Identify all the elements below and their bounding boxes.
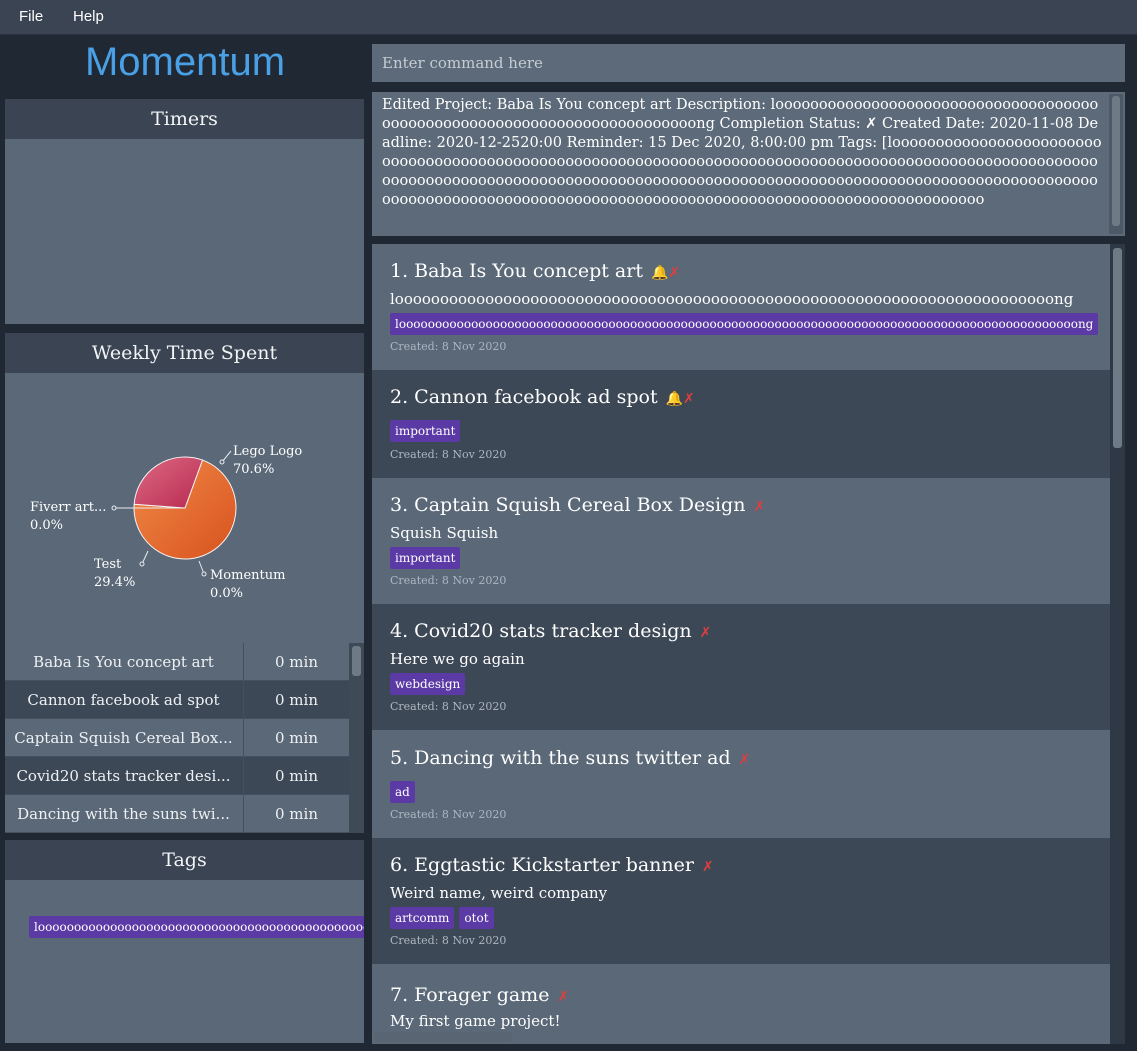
project-card[interactable]: 5. Dancing with the suns twitter ad ✗ ad … [372,730,1110,838]
cross-icon: ✗ [683,391,695,407]
project-name-cell: Covid20 stats tracker desi... [16,767,231,785]
time-cell: 0 min [243,681,349,719]
project-title: 2. Cannon facebook ad spot 🔔✗ [390,386,695,408]
project-title: 6. Eggtastic Kickstarter banner ✗ [390,854,714,876]
pie-label-test: Test 29.4% [94,557,136,590]
pie-leader-dot [139,561,145,567]
table-row[interactable]: Cannon facebook ad spot 0 min [5,681,349,719]
bell-icon: 🔔 [650,265,669,281]
project-tags: looooooooooooooooooooooooooooooooooooooo… [390,313,1110,339]
project-card[interactable]: 2. Cannon facebook ad spot 🔔✗ important C… [372,370,1110,478]
project-tags: ad [390,781,420,807]
project-card[interactable]: 4. Covid20 stats tracker design ✗ Here we… [372,604,1110,730]
tags-header: Tags [5,840,364,880]
result-display: Edited Project: Baba Is You concept art … [372,92,1125,236]
project-card[interactable]: 6. Eggtastic Kickstarter banner ✗ Weird n… [372,838,1110,964]
menu-file[interactable]: File [19,8,43,25]
cross-icon: ✗ [738,752,751,768]
project-description: Weird name, weird company [390,884,608,902]
cross-icon: ✗ [668,265,681,281]
app-logo-title: Momentum [84,40,286,84]
project-title: 4. Covid20 stats tracker design ✗ [390,620,712,642]
cross-icon: ✗ [701,859,714,875]
menu-help[interactable]: Help [73,8,104,25]
time-cell: 0 min [243,719,349,757]
weekly-time-header: Weekly Time Spent [5,333,364,373]
cross-icon: ✗ [699,625,712,641]
pie-label-momentum: Momentum 0.0% [210,568,286,601]
project-card[interactable]: 3. Captain Squish Cereal Box Design ✗ Squ… [372,478,1110,604]
project-list-scrollbar[interactable] [1110,244,1125,1030]
tag-chip[interactable]: important [390,420,461,442]
tag-chip[interactable]: looooooooooooooooooooooooooooooooooooooo… [390,313,1099,335]
project-tags: artcomm otot [390,907,499,933]
project-created-date: Created: 8 Nov 2020 [390,574,507,587]
project-description: Squish Squish [390,524,499,542]
pie-leader-dot [201,571,207,577]
project-description: My first game project! [390,1012,561,1030]
project-title: 5. Dancing with the suns twitter ad ✗ [390,747,751,769]
time-cell: 0 min [243,795,349,833]
table-row[interactable]: Dancing with the suns twi... 0 min [5,795,349,833]
project-description: looooooooooooooooooooooooooooooooooooooo… [390,290,1074,308]
project-created-date: Created: 8 Nov 2020 [390,700,507,713]
project-name-cell: Dancing with the suns twi... [17,805,230,823]
tag-chip[interactable]: important [390,547,461,569]
cross-icon: ✗ [557,989,570,1005]
bell-icon: 🔔 [665,391,684,407]
table-row[interactable]: Covid20 stats tracker desi... 0 min [5,757,349,795]
table-row[interactable]: Baba Is You concept art 0 min [5,643,349,681]
project-tags: important [390,547,465,573]
project-list-hscroll-thumb[interactable] [374,1032,512,1042]
result-scroll-thumb[interactable] [1112,96,1120,226]
project-title: 3. Captain Squish Cereal Box Design ✗ [390,494,766,516]
weekly-table-scrollbar[interactable] [349,643,364,833]
project-description: Here we go again [390,650,525,668]
project-created-date: Created: 8 Nov 2020 [390,934,507,947]
result-text: Edited Project: Baba Is You concept art … [382,97,1102,208]
result-scrollbar[interactable] [1109,94,1123,234]
project-created-date: Created: 8 Nov 2020 [390,340,507,353]
project-list: 1. Baba Is You concept art 🔔✗ loooooooooo… [372,244,1125,1044]
table-row[interactable]: Captain Squish Cereal Box... 0 min [5,719,349,757]
time-cell: 0 min [243,643,349,681]
tag-chip[interactable]: webdesign [390,673,466,695]
weekly-pie-panel: Lego Logo 70.6% Test 29.4% Momentum 0.0% Fi… [5,373,364,643]
menu-bar: File Help [0,0,1137,35]
project-name-cell: Cannon facebook ad spot [27,691,220,709]
cross-icon: ✗ [753,499,766,515]
project-tags: webdesign [390,673,470,699]
pie-label-lego-logo: Lego Logo 70.6% [233,444,303,477]
timers-header: Timers [5,99,364,139]
tag-chip[interactable]: artcomm [390,907,455,929]
time-cell: 0 min [243,757,349,795]
project-created-date: Created: 8 Nov 2020 [390,808,507,821]
project-title: 1. Baba Is You concept art 🔔✗ [390,260,681,282]
weekly-table-scroll-thumb[interactable] [352,646,361,676]
pie-leader-dot [111,505,117,511]
command-input[interactable] [372,44,1125,82]
project-tags: important [390,420,465,446]
pie-leader-dot [219,459,225,465]
tags-panel: looooooooooooooooooooooooooooooooooooooo… [5,880,364,1043]
tag-chip[interactable]: looooooooooooooooooooooooooooooooooooooo… [29,916,364,938]
project-created-date: Created: 8 Nov 2020 [390,448,507,461]
project-list-scroll-thumb[interactable] [1113,248,1122,448]
timers-panel [5,139,364,324]
project-card[interactable]: 1. Baba Is You concept art 🔔✗ loooooooooo… [372,244,1110,370]
project-name-cell: Captain Squish Cereal Box... [14,729,233,747]
tag-chip[interactable]: otot [459,907,494,929]
project-title: 7. Forager game ✗ [390,984,570,1006]
tag-chip[interactable]: ad [390,781,415,803]
project-name-cell: Baba Is You concept art [33,653,214,671]
pie-label-fiverr: Fiverr art... 0.0% [30,500,107,533]
